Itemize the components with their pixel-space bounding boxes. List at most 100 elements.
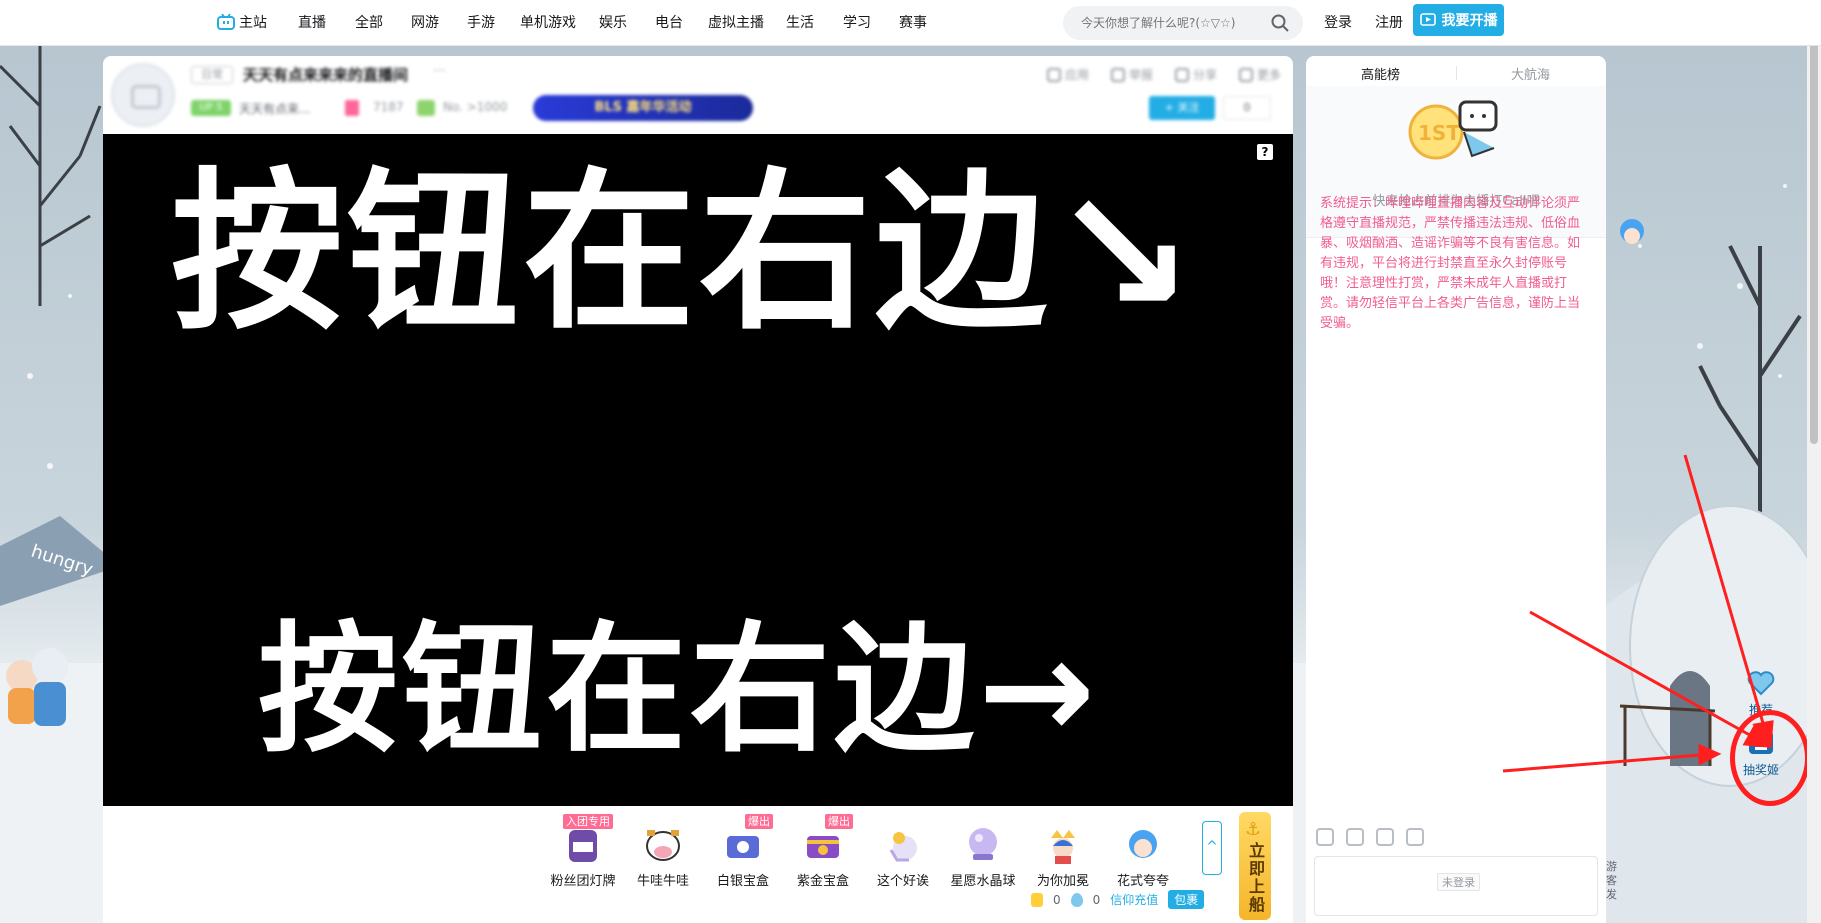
nav-item-esports[interactable]: 赛事 [899, 12, 927, 32]
popularity-value: 7187 [373, 100, 404, 114]
page-scrollbar[interactable] [1807, 0, 1821, 923]
room-tools: 应用 举报 分享 更多 [1046, 66, 1281, 83]
more-tools-icon [1238, 67, 1253, 82]
broadcast-icon [1419, 13, 1436, 26]
chat-tools [1316, 828, 1424, 846]
event-banner[interactable]: BLS 嘉年华活动 [533, 95, 753, 121]
backpack-button[interactable]: 包裹 [1168, 890, 1205, 909]
tool-report[interactable]: 举报 [1110, 66, 1153, 83]
search-box[interactable] [1063, 6, 1303, 40]
recommend-label: 推荐 [1748, 703, 1773, 717]
area-tag[interactable]: 日常 [191, 66, 233, 84]
nav-item-mobile-games[interactable]: 手游 [467, 12, 495, 32]
popularity-icon [345, 100, 359, 116]
chat-input-area[interactable]: 未登录 [1314, 856, 1598, 916]
tool-more[interactable]: 更多 [1238, 66, 1281, 83]
palette-icon[interactable] [1316, 828, 1334, 846]
not-logged-in-hint: 未登录 [1437, 873, 1480, 891]
gift-item[interactable]: 牛哇牛哇 [623, 820, 703, 889]
gift-expand-button[interactable]: ^ [1202, 821, 1222, 875]
side-panel: 高能榜 大航海 1ST 快来抢占前排为主播打Call吧 系统提示：哔哩哔哩直播内… [1306, 56, 1606, 923]
nav-item-life[interactable]: 生活 [786, 12, 814, 32]
nav-item-all[interactable]: 全部 [355, 12, 383, 32]
gift-tag: 爆出 [745, 814, 773, 829]
emoji-icon[interactable] [1406, 828, 1424, 846]
search-input[interactable] [1081, 14, 1261, 32]
nav-home[interactable]: 主站 [217, 12, 267, 32]
rank-value: No. >1000 [443, 100, 508, 114]
video-player[interactable]: 按钮在右边↘ 按钮在右边→ ? [103, 134, 1293, 806]
go-live-button[interactable]: 我要开播 [1413, 4, 1504, 36]
guest-send-label[interactable]: 游客发 [1606, 860, 1618, 902]
gift-item[interactable]: 这个好诶 [863, 820, 943, 889]
cow-icon [639, 820, 687, 868]
video-overlay-text-1: 按钮在右边↘ [171, 152, 1200, 353]
room-header: 日常 天天有点来来来的直播间 ··· UP 5 天天有点来... 7187 No… [103, 56, 1293, 134]
report-icon [1110, 67, 1125, 82]
tv-mascot-icon: 1ST [1408, 100, 1498, 160]
tab-divider [1456, 66, 1457, 80]
recommend-button[interactable]: 推荐 [1738, 670, 1784, 718]
bilibili-tv-icon [217, 14, 235, 30]
fans-count: 0 [1223, 96, 1271, 120]
wallet: 0 0 信仰充值 包裹 [1031, 890, 1205, 909]
nav-item-online-games[interactable]: 网游 [411, 12, 439, 32]
gift-item[interactable]: 入团专用 粉丝团灯牌 [543, 814, 623, 889]
gift-item[interactable]: 爆出 紫金宝盒 [783, 814, 863, 889]
rank-tabs: 高能榜 大航海 [1306, 56, 1606, 86]
gold-coin-icon [1031, 892, 1043, 907]
mascot-badge-text: 1ST [1418, 121, 1460, 145]
nav-item-live[interactable]: 直播 [298, 12, 326, 32]
gift-name: 这个好诶 [876, 874, 929, 889]
lottery-label: 抽奖姬 [1742, 763, 1779, 777]
gift-item[interactable]: 为你加冕 [1023, 820, 1103, 889]
board-ship-button[interactable]: 立即上船 [1239, 812, 1271, 920]
rank-icon [417, 100, 435, 116]
gift-name: 粉丝团灯牌 [550, 874, 616, 889]
gift-item[interactable]: 星愿水晶球 [943, 820, 1023, 889]
go-live-label: 我要开播 [1441, 13, 1498, 29]
share-icon [1174, 67, 1189, 82]
crystal-ball-icon [959, 820, 1007, 868]
gold-coin-count: 0 [1053, 892, 1061, 907]
apps-icon [1046, 67, 1061, 82]
crown-icon [1039, 820, 1087, 868]
nav-item-study[interactable]: 学习 [843, 12, 871, 32]
room-title: 天天有点来来来的直播间 [243, 66, 409, 84]
nav-item-radio[interactable]: 电台 [655, 12, 683, 32]
nav-item-entertainment[interactable]: 娱乐 [599, 12, 627, 32]
gift-item[interactable]: 花式夸夸 [1103, 820, 1183, 889]
search-icon[interactable] [1271, 14, 1289, 32]
gift-tag: 入团专用 [563, 814, 613, 829]
more-icon[interactable]: ··· [433, 64, 445, 79]
gift-item[interactable]: 爆出 白银宝盒 [703, 814, 783, 889]
nav-item-vtuber[interactable]: 虚拟主播 [708, 12, 764, 32]
tool-share[interactable]: 分享 [1174, 66, 1217, 83]
tab-high-energy[interactable]: 高能榜 [1361, 64, 1400, 83]
silver-count: 0 [1092, 892, 1101, 907]
gift-name: 牛哇牛哇 [636, 874, 689, 889]
tab-guard[interactable]: 大航海 [1511, 64, 1550, 83]
anchor-name[interactable]: 天天有点来... [239, 100, 310, 117]
lottery-button[interactable]: 抽奖姬 [1738, 730, 1784, 778]
video-overlay-text-2: 按钮在右边→ [258, 609, 1100, 772]
tool-apps[interactable]: 应用 [1046, 66, 1089, 83]
silver-drop-icon [1070, 892, 1083, 907]
gift-name: 紫金宝盒 [796, 874, 849, 889]
follow-button[interactable]: + 关注 [1149, 96, 1215, 120]
gift-name: 为你加冕 [1036, 874, 1089, 889]
gift-name: 白银宝盒 [716, 874, 769, 889]
anchor-level-badge: UP 5 [191, 100, 231, 116]
register-link[interactable]: 注册 [1375, 12, 1403, 32]
login-link[interactable]: 登录 [1324, 12, 1352, 32]
star-effect-icon[interactable] [1346, 828, 1364, 846]
top-navigation: 主站 直播 全部 网游 手游 单机游戏 娱乐 电台 虚拟主播 生活 学习 赛事 … [0, 0, 1821, 46]
nav-home-label: 主站 [239, 15, 267, 31]
recharge-link[interactable]: 信仰充值 [1110, 891, 1158, 908]
help-icon[interactable]: ? [1257, 144, 1273, 160]
gift-tag: 爆出 [825, 814, 853, 829]
anchor-avatar[interactable] [111, 63, 175, 127]
scrollbar-thumb[interactable] [1810, 4, 1818, 444]
card-icon[interactable] [1376, 828, 1394, 846]
nav-item-standalone-games[interactable]: 单机游戏 [520, 12, 576, 32]
